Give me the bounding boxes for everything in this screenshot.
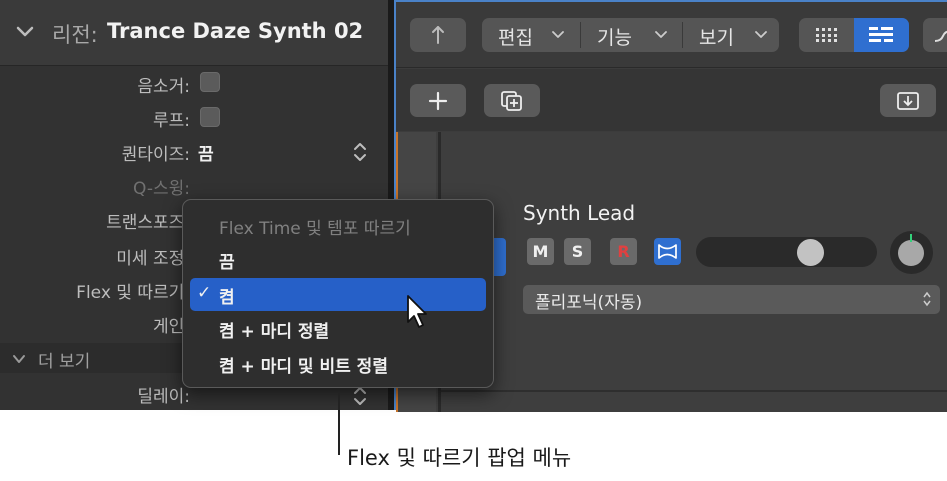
region-name: Trance Daze Synth 02 (107, 19, 364, 43)
tracks-toolbar: 편집 기능 보기 (396, 2, 947, 68)
view-menu-button[interactable]: 보기 (683, 18, 779, 52)
quantize-updown-icon[interactable] (352, 140, 368, 164)
track-actions-bar (396, 69, 947, 131)
mute-button[interactable]: M (527, 238, 554, 265)
menu-item-label: 켬 + 마디 정렬 (219, 322, 330, 342)
callout-label: Flex 및 따르기 팝업 메뉴 (347, 446, 572, 470)
solo-button[interactable]: S (564, 238, 591, 265)
more-label: 더 보기 (38, 352, 91, 372)
flex-follow-popup-menu: Flex Time 및 템포 따르기 끔 ✓ 켬 켬 + 마디 정렬 켬 + 마… (182, 199, 494, 388)
list-view-button[interactable] (854, 18, 909, 52)
back-button[interactable] (410, 18, 466, 52)
track-separator (438, 390, 947, 392)
view-menu-label: 보기 (699, 27, 734, 49)
flex-mode-select[interactable]: 폴리포닉(자동) (523, 285, 940, 314)
menu-item-on-bar[interactable]: 켬 + 마디 정렬 (190, 312, 486, 345)
updown-icon (923, 291, 931, 307)
grid-icon (816, 28, 837, 42)
quantize-label: 퀀타이즈: (121, 145, 190, 165)
flex-icon (658, 244, 677, 259)
up-arrow-icon (432, 26, 444, 44)
mute-checkbox[interactable] (200, 72, 220, 92)
functions-menu-button[interactable]: 기능 (581, 18, 681, 52)
menu-item-off[interactable]: 끔 (190, 243, 486, 276)
transpose-label: 트랜스포즈: (106, 213, 190, 233)
chevron-down-icon (755, 31, 767, 38)
duplicate-icon (501, 91, 522, 111)
more-tools-button[interactable] (923, 18, 947, 52)
inspector-header[interactable]: 리전: Trance Daze Synth 02 (0, 0, 388, 66)
volume-slider-thumb[interactable] (797, 239, 824, 266)
mute-label: 음소거: (137, 77, 190, 97)
grid-view-button[interactable] (799, 18, 854, 52)
plus-icon (428, 91, 448, 111)
q-swing-label: Q-스윙: (133, 179, 190, 199)
pan-knob-cap (898, 234, 924, 266)
view-toggle-group (799, 18, 909, 52)
mouse-pointer-icon (407, 295, 427, 328)
chevron-down-icon (13, 355, 25, 363)
menu-item-on-bar-beat[interactable]: 켬 + 마디 및 비트 정렬 (190, 347, 486, 380)
curve-icon (934, 30, 947, 42)
volume-slider[interactable] (696, 237, 877, 267)
chevron-down-icon (552, 31, 564, 38)
loop-checkbox[interactable] (200, 107, 220, 127)
record-button[interactable]: R (610, 238, 637, 265)
menu-item-label: 끔 (219, 253, 235, 273)
quantize-value[interactable]: 끔 (198, 140, 214, 165)
track-selected-indicator (492, 238, 506, 276)
duplicate-track-button[interactable] (484, 84, 540, 117)
chevron-down-icon (655, 31, 667, 38)
flex-toggle-button[interactable] (654, 238, 681, 265)
flex-mode-value: 폴리포닉(자동) (535, 293, 643, 313)
inspector-header-label: 리전: (52, 23, 98, 47)
chevron-down-icon[interactable] (14, 20, 36, 42)
menu-item-on[interactable]: ✓ 켬 (190, 278, 486, 311)
edit-menu-button[interactable]: 편집 (482, 18, 579, 52)
checkmark-icon: ✓ (197, 283, 212, 303)
fine-tune-label: 미세 조정: (116, 249, 190, 269)
screenshot-root: 리전: Trance Daze Synth 02 음소거: 루프: 퀀타이즈: … (0, 0, 947, 481)
menu-item-label: 켬 + 마디 및 비트 정렬 (219, 357, 388, 377)
functions-menu-label: 기능 (597, 27, 632, 49)
menu-item-label: 켬 (219, 288, 235, 308)
menu-segment-group: 편집 기능 보기 (482, 18, 779, 52)
pan-indicator (910, 234, 912, 242)
download-button[interactable] (880, 84, 936, 117)
loop-label: 루프: (152, 111, 190, 131)
popup-header: Flex Time 및 템포 따르기 (219, 219, 411, 239)
list-icon (869, 27, 893, 42)
edit-menu-label: 편집 (498, 27, 533, 49)
callout-line (338, 393, 340, 455)
flex-follow-label: Flex 및 따르기: (76, 283, 190, 303)
add-track-button[interactable] (410, 84, 466, 117)
download-tray-icon (897, 92, 919, 110)
track-name[interactable]: Synth Lead (523, 201, 635, 225)
delay-label: 딜레이: (137, 387, 190, 407)
